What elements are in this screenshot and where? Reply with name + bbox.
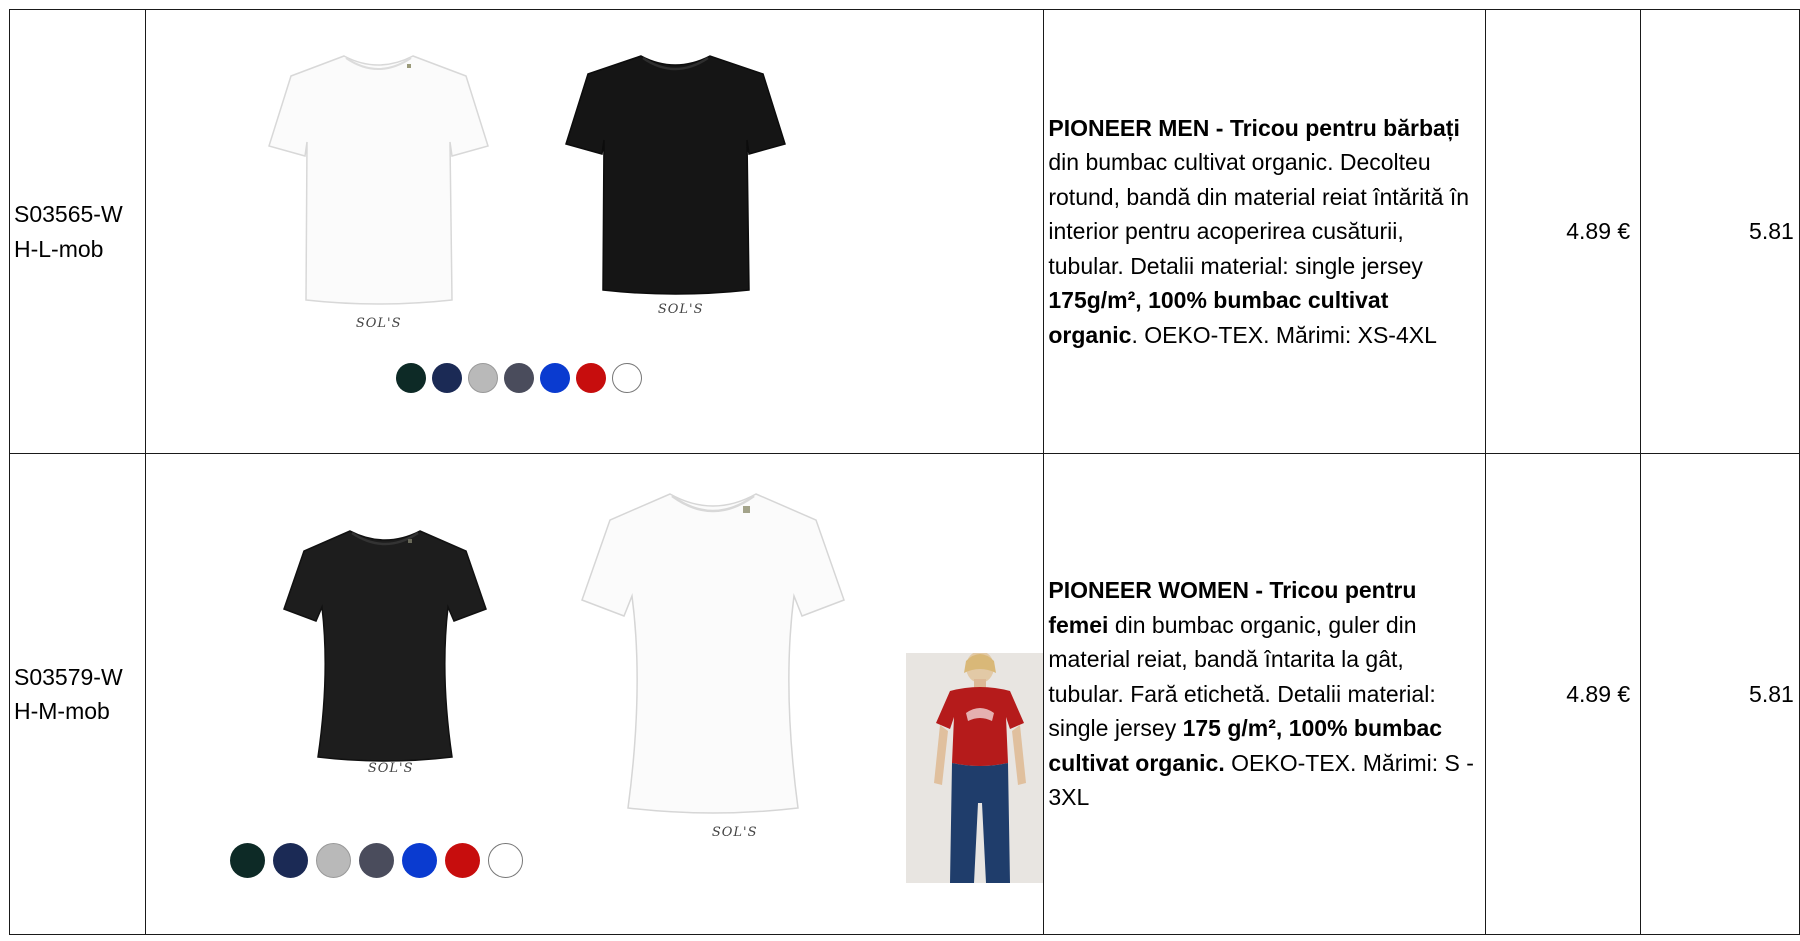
color-swatch xyxy=(611,363,642,393)
price-cell-2: 5.81 € xyxy=(1640,453,1800,935)
description-title: PIONEER WOMEN - Tricou pentru xyxy=(1048,577,1417,604)
color-swatch xyxy=(539,363,570,393)
product-image-cell: SOL'S SOL'S xyxy=(144,9,1045,454)
color-swatch xyxy=(401,843,437,878)
color-swatch xyxy=(431,363,462,393)
price-cell: 4.89 € xyxy=(1485,453,1642,935)
product-image-cell: SOL'S SOL'S xyxy=(144,453,1045,935)
color-swatch xyxy=(272,843,308,878)
price-value: 4.89 € xyxy=(1566,218,1631,244)
description-title-gender: bărbați xyxy=(1383,114,1460,141)
description-title-gender: femei xyxy=(1048,611,1109,638)
brand-logo: SOL'S xyxy=(711,825,758,840)
color-swatch xyxy=(575,363,606,393)
tshirt-men-black-icon xyxy=(564,55,786,295)
color-swatch xyxy=(467,363,498,393)
product-code-cell: S03565-WH-L-mob xyxy=(9,9,146,454)
brand-logo: SOL'S xyxy=(657,302,704,317)
table-row: S03579-WH-M-mob SOL'S SOL'S PIONEER WOME… xyxy=(9,453,1800,935)
product-description: PIONEER MEN - Tricou pentru bărbați din … xyxy=(1045,111,1485,353)
price-value: 4.89 € xyxy=(1566,680,1631,707)
color-swatches xyxy=(395,363,642,393)
product-description-cell: PIONEER MEN - Tricou pentru bărbați din … xyxy=(1043,9,1487,454)
description-sizes: . OEKO-TEX. Mărimi: XS-4XL xyxy=(1131,321,1437,348)
product-code-cell: S03579-WH-M-mob xyxy=(9,453,146,935)
color-swatch xyxy=(229,843,265,878)
price-value-2: 5.81 € xyxy=(1749,218,1798,244)
product-description: PIONEER WOMEN - Tricou pentru femei din … xyxy=(1045,573,1485,815)
price-cell-2: 5.81 € xyxy=(1640,9,1800,454)
tshirt-women-black-icon xyxy=(282,530,487,762)
description-text: din bumbac cultivat organic. Decolteu ro… xyxy=(1048,149,1469,279)
color-swatches xyxy=(229,843,523,878)
description-title: PIONEER MEN - Tricou pentru xyxy=(1048,114,1384,141)
product-description-cell: PIONEER WOMEN - Tricou pentru femei din … xyxy=(1043,453,1487,935)
product-code: S03579-WH-M-mob xyxy=(14,663,123,725)
product-code: S03565-WH-L-mob xyxy=(14,201,123,262)
price-cell: 4.89 € xyxy=(1485,9,1642,454)
tshirt-women-white-icon xyxy=(580,493,845,814)
price-value-2: 5.81 € xyxy=(1749,680,1798,707)
color-swatch xyxy=(487,843,523,878)
model-red-tshirt-photo xyxy=(905,653,1043,883)
brand-logo: SOL'S xyxy=(367,761,414,776)
brand-logo: SOL'S xyxy=(355,316,402,331)
color-swatch xyxy=(444,843,480,878)
color-swatch xyxy=(315,843,351,878)
color-swatch xyxy=(503,363,534,393)
table-row: S03565-WH-L-mob SOL'S SOL'S PIONEER MEN … xyxy=(9,9,1800,454)
tshirt-men-white-icon xyxy=(267,55,489,305)
product-table: S03565-WH-L-mob SOL'S SOL'S PIONEER MEN … xyxy=(9,9,1800,935)
color-swatch xyxy=(358,843,394,878)
color-swatch xyxy=(395,363,426,393)
